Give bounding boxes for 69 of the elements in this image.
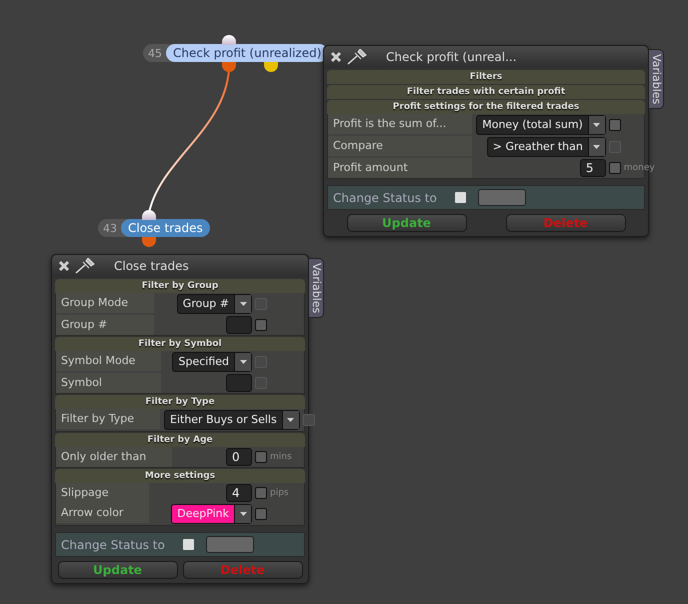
number-field[interactable]: 0 (226, 448, 252, 466)
section-header: Filter by Age (55, 433, 305, 447)
dropdown[interactable]: > Greather than (486, 137, 606, 157)
field-label: Profit is the sum of... (328, 114, 472, 134)
caret-icon (593, 145, 600, 149)
caret-icon (287, 418, 294, 422)
output-port[interactable] (142, 237, 156, 247)
section-header: More settings (55, 469, 305, 483)
field-label: Filter by Type (56, 409, 160, 429)
unit-label: money (624, 163, 654, 173)
close-icon[interactable] (330, 51, 342, 63)
section-header: Filter by Symbol (55, 337, 305, 351)
section-header: Filter by Type (55, 395, 305, 409)
checkbox[interactable] (455, 192, 466, 203)
panel-title: Close trades (114, 259, 189, 273)
checkbox[interactable] (255, 319, 267, 331)
checkbox[interactable] (608, 162, 621, 174)
input-port[interactable] (142, 210, 156, 220)
output-port[interactable] (264, 62, 278, 72)
unit-label: pips (270, 488, 290, 498)
checkbox[interactable] (255, 508, 267, 520)
number-field[interactable] (226, 316, 252, 334)
caret-icon (240, 360, 246, 364)
checkbox[interactable] (255, 451, 267, 463)
variables-tab[interactable]: Variables (309, 258, 324, 318)
pin-icon[interactable] (346, 49, 368, 65)
section-header: Profit settings for the filtered trades (327, 100, 645, 114)
update-button[interactable]: Update (346, 214, 466, 232)
field-label: Profit amount (328, 158, 472, 178)
node[interactable]: 43 Close trades (98, 219, 210, 237)
field-label: Only older than (56, 447, 172, 467)
checkbox[interactable] (183, 539, 194, 550)
output-port[interactable] (222, 62, 236, 72)
field-label: Group # (56, 315, 154, 335)
node-number: 43 (102, 222, 118, 234)
number-field[interactable] (226, 374, 252, 392)
status-label: Change Status to (333, 190, 438, 204)
caret-icon (593, 123, 600, 127)
number-field[interactable]: 5 (580, 159, 606, 177)
field-label: Arrow color (56, 503, 150, 523)
input-port[interactable] (222, 35, 236, 45)
panel-title: Check profit (unreal... (386, 50, 517, 64)
variables-tab[interactable]: Variables (649, 49, 664, 110)
field-label: Symbol Mode (56, 351, 162, 371)
dropdown[interactable]: Group # (176, 294, 252, 314)
status-label: Change Status to (61, 538, 166, 552)
update-button[interactable]: Update (58, 561, 178, 579)
section-header: Filters (327, 70, 645, 84)
pin-icon[interactable] (74, 258, 96, 274)
field-label: Symbol (56, 373, 162, 393)
field-label: Compare (328, 136, 472, 156)
dropdown[interactable]: Specified (172, 352, 252, 372)
section-header: Filter by Group (55, 279, 305, 293)
checkbox[interactable] (608, 119, 621, 131)
status-field[interactable] (206, 536, 254, 553)
close-icon[interactable] (58, 260, 70, 272)
checkbox[interactable] (255, 487, 267, 499)
section-header: Filter trades with certain profit (327, 85, 645, 99)
number-field[interactable]: 4 (226, 484, 252, 502)
field-label: Group Mode (56, 293, 154, 313)
status-field[interactable] (478, 189, 526, 206)
unit-label: mins (270, 452, 293, 462)
dropdown[interactable]: Money (total sum) (476, 115, 606, 135)
node-label[interactable]: Close trades (121, 219, 210, 237)
field-label: Slippage (56, 483, 150, 503)
caret-icon (240, 512, 246, 516)
node-number: 45 (147, 46, 163, 60)
caret-icon (240, 302, 246, 306)
dropdown[interactable]: Either Buys or Sells (164, 410, 300, 430)
